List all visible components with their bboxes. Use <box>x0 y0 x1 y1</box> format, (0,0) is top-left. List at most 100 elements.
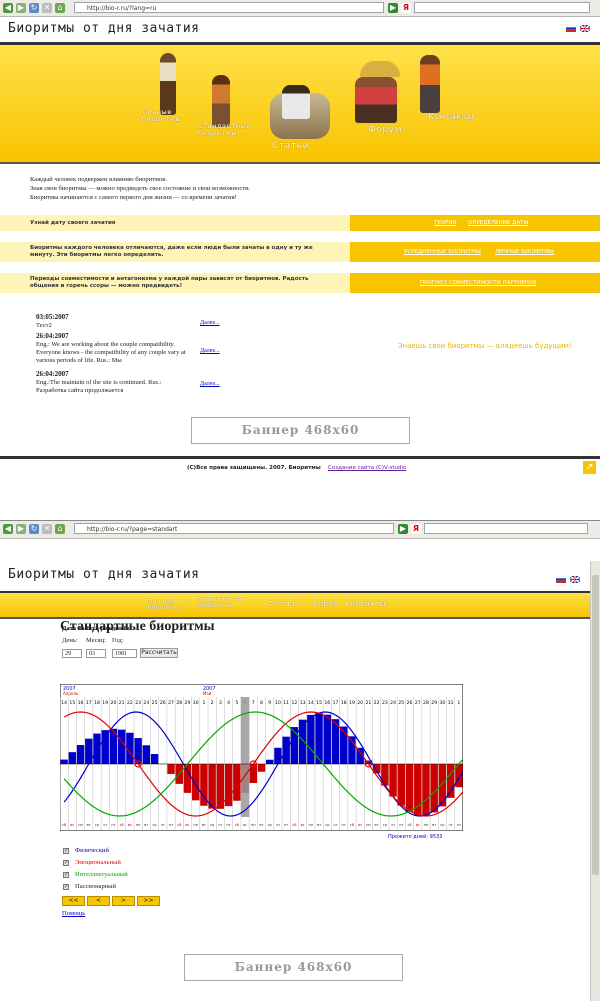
news-more-link[interactable]: Далее... <box>200 381 220 387</box>
link-averaged-biorhythms[interactable]: УСРЕДНЕННЫЕ БИОРИТМЫ <box>404 249 481 255</box>
weekday-label: чт <box>391 823 395 827</box>
nav-articles[interactable]: Статьи <box>268 601 298 608</box>
day-label: 19 <box>349 700 355 706</box>
day-label: 26 <box>407 700 413 706</box>
ad-banner[interactable]: Баннер 468x60 <box>191 417 410 444</box>
physical-checkbox[interactable]: ✓ <box>63 848 69 854</box>
intellectual-checkbox[interactable]: ✓ <box>63 872 69 878</box>
weekday-label: пт <box>457 823 461 827</box>
day-label: 22 <box>374 700 380 706</box>
weekday-label: ср <box>440 823 445 827</box>
reload-icon[interactable]: ↻ <box>29 524 39 534</box>
nav-contacts[interactable]: Контакты <box>428 113 474 120</box>
nav-contacts[interactable]: Контакты <box>345 601 386 608</box>
nav-articles[interactable]: Статьи <box>272 143 309 150</box>
link-compatibility-forecast[interactable]: ПРОГНОЗ СОВМЕСТИМОСТИ ПАРТНЕРОВ <box>420 280 536 286</box>
day-label: 10 <box>275 700 281 706</box>
day-label: 9 <box>268 700 271 706</box>
news-more-link[interactable]: Далее... <box>200 348 220 354</box>
browser-window-standard: ◀ ▶ ↻ ✕ ⌂ http://bio-r.ru/?page=standart… <box>0 520 600 1001</box>
ad-banner[interactable]: Баннер 468x60 <box>184 954 403 981</box>
weekday-label: пн <box>366 823 371 827</box>
weekday-label: пн <box>78 823 83 827</box>
browser-toolbar: ◀ ▶ ↻ ✕ ⌂ http://bio-r.ru/?lang=ru ▶ Я <box>0 0 600 17</box>
day-label: 21 <box>365 700 371 706</box>
search-engine-icon[interactable]: Я <box>401 3 411 13</box>
next-month-button[interactable]: >> <box>137 896 160 906</box>
go-icon[interactable]: ▶ <box>398 524 408 534</box>
nav-standard-biorhythms[interactable]: Стандартные биоритмы <box>198 597 264 609</box>
bar-positive <box>118 730 125 764</box>
bar-positive <box>151 754 158 764</box>
year-input[interactable]: 1981 <box>112 649 137 658</box>
day-label: 8 <box>260 700 263 706</box>
help-link[interactable]: Помощь <box>62 910 85 917</box>
flag-uk-icon[interactable] <box>570 576 580 583</box>
nav-personal-biorhythms[interactable]: Личные биоритмы <box>142 109 202 123</box>
go-icon[interactable]: ▶ <box>388 3 398 13</box>
news-more-link[interactable]: Далее... <box>200 320 220 326</box>
forward-icon[interactable]: ▶ <box>16 3 26 13</box>
next-week-button[interactable]: > <box>112 896 135 906</box>
days-lived: Прожито дней: 9533 <box>388 834 442 840</box>
day-label: 2 <box>211 700 214 706</box>
nav-forum[interactable]: Форум <box>368 127 402 134</box>
day-label: 29 <box>431 700 437 706</box>
flag-uk-icon[interactable] <box>580 25 590 32</box>
bar-negative <box>192 764 199 800</box>
day-input[interactable]: 29 <box>62 649 82 658</box>
arrow-up-right-icon[interactable]: ↗ <box>583 461 596 474</box>
address-bar[interactable]: http://bio-r.ru/?lang=ru <box>74 2 384 13</box>
banner-rule <box>0 162 600 164</box>
scrollbar-thumb[interactable] <box>592 575 599 875</box>
day-label: 1 <box>202 700 205 706</box>
link-date-definition[interactable]: ОПРЕДЕЛЕНИЕ ДАТЫ <box>468 220 528 226</box>
day-label: 1 <box>457 700 460 706</box>
back-icon[interactable]: ◀ <box>3 524 13 534</box>
forward-icon[interactable]: ▶ <box>16 524 26 534</box>
reload-icon[interactable]: ↻ <box>29 3 39 13</box>
vertical-scrollbar[interactable] <box>590 561 600 1001</box>
emotional-checkbox[interactable]: ✓ <box>63 860 69 866</box>
day-label: 19 <box>102 700 108 706</box>
weekday-label: пт <box>399 823 403 827</box>
weekday-label: вт <box>259 823 263 827</box>
developer-link[interactable]: Создание сайта (С)V-studio <box>328 465 406 471</box>
back-icon[interactable]: ◀ <box>3 3 13 13</box>
home-icon[interactable]: ⌂ <box>55 524 65 534</box>
stop-icon[interactable]: ✕ <box>42 3 52 13</box>
day-label: 22 <box>127 700 133 706</box>
link-personal-biorhythms[interactable]: ЛИЧНЫЕ БИОРИТМЫ <box>495 249 554 255</box>
flag-ru-icon[interactable] <box>566 25 576 32</box>
month-input[interactable]: 03 <box>86 649 106 658</box>
weekday-label: пн <box>193 823 198 827</box>
stop-icon[interactable]: ✕ <box>42 524 52 534</box>
nav-forum[interactable]: Форум <box>312 601 339 608</box>
intro-line: Каждый человек подвержен влиянию биоритм… <box>30 175 330 184</box>
home-icon[interactable]: ⌂ <box>55 3 65 13</box>
prev-week-button[interactable]: < <box>87 896 110 906</box>
nav-personal-biorhythms[interactable]: Личные биоритмы <box>148 599 203 611</box>
search-input[interactable] <box>424 523 588 534</box>
passive-checkbox[interactable]: ✓ <box>63 884 69 890</box>
nav-standard-biorhythms[interactable]: Стандартные биоритмы <box>198 123 268 137</box>
year-label: Год: <box>112 637 123 644</box>
weekday-label: пт <box>226 823 230 827</box>
site-title: Биоритмы от дня зачатия <box>8 21 200 36</box>
day-label: 24 <box>143 700 149 706</box>
weekday-label: ср <box>325 823 330 827</box>
biorhythm-chart: 2007Апрель2007Май14сб15вс16пн17вт18ср19ч… <box>60 684 463 831</box>
weekday-label: чт <box>276 823 280 827</box>
day-label: 29 <box>185 700 191 706</box>
search-engine-icon[interactable]: Я <box>411 524 421 534</box>
address-bar[interactable]: http://bio-r.ru/?page=standart <box>74 523 394 534</box>
bar-negative <box>167 764 174 774</box>
flag-ru-icon[interactable] <box>556 576 566 583</box>
weekday-label: пт <box>284 823 288 827</box>
day-label: 30 <box>440 700 446 706</box>
bar-negative <box>422 764 429 815</box>
calculate-button[interactable]: Рассчитать <box>140 648 178 658</box>
prev-month-button[interactable]: << <box>62 896 85 906</box>
search-input[interactable] <box>414 2 590 13</box>
link-theory[interactable]: ТЕОРИЯ <box>434 220 456 226</box>
